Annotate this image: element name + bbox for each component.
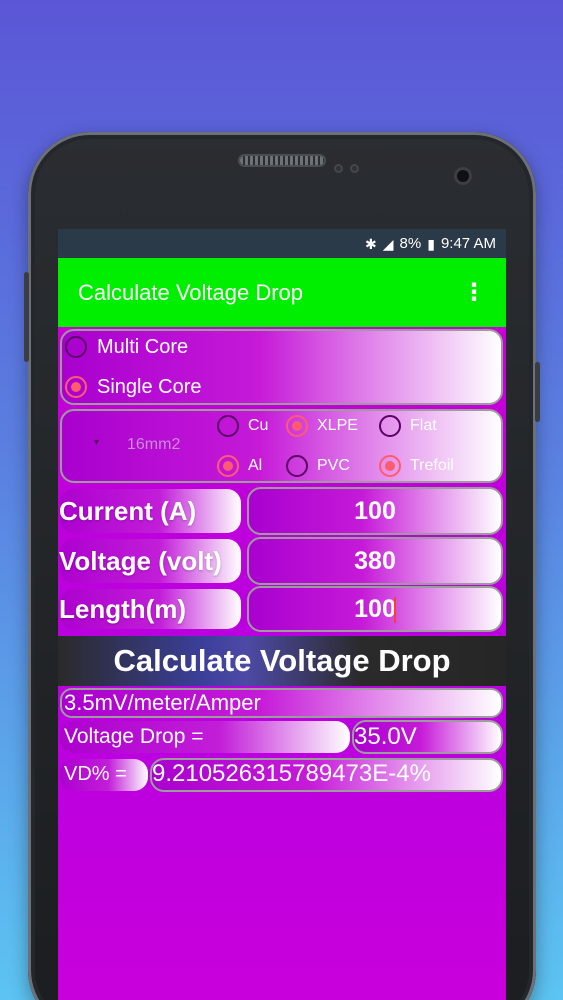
mv-per-meter-value: 3.5mV/meter/Amper bbox=[64, 690, 261, 715]
length-value[interactable]: 100 bbox=[247, 595, 503, 624]
label-multi-core: Multi Core bbox=[97, 336, 189, 358]
radio-multi-core[interactable] bbox=[65, 336, 87, 358]
label-pvc: PVC bbox=[317, 457, 350, 474]
voltage-label: Voltage (volt) bbox=[59, 546, 222, 576]
radio-cu[interactable] bbox=[217, 415, 239, 437]
radio-pvc[interactable] bbox=[286, 455, 308, 477]
vd-percent-value: 9.210526315789473E-4% bbox=[152, 760, 431, 787]
volume-button bbox=[24, 272, 29, 362]
voltage-value[interactable]: 380 bbox=[247, 547, 503, 576]
front-camera bbox=[457, 170, 469, 182]
battery-percent: 8% bbox=[399, 235, 422, 252]
bluetooth-icon: ✱ bbox=[365, 235, 377, 252]
status-time: 9:47 AM bbox=[440, 235, 496, 252]
app-bar: Calculate Voltage Drop ⋮ bbox=[58, 258, 506, 327]
voltage-drop-value: 35.0V bbox=[354, 723, 417, 750]
radio-single-core[interactable] bbox=[65, 376, 87, 398]
text-cursor bbox=[393, 597, 396, 624]
voltage-drop-label: Voltage Drop = bbox=[64, 725, 204, 748]
cable-size-select[interactable]: 16mm2 bbox=[127, 436, 180, 454]
length-value-text: 100 bbox=[354, 595, 396, 623]
label-flat: Flat bbox=[410, 417, 437, 434]
chevron-down-icon[interactable]: ▼ bbox=[92, 437, 101, 447]
radio-xlpe[interactable] bbox=[286, 415, 308, 437]
label-xlpe: XLPE bbox=[317, 417, 358, 434]
label-single-core: Single Core bbox=[97, 376, 202, 398]
vd-percent-label: VD% = bbox=[64, 763, 127, 785]
signal-icon: ◢ bbox=[382, 235, 394, 252]
label-cu: Cu bbox=[248, 417, 269, 434]
current-label: Current (A) bbox=[59, 496, 197, 526]
calculate-button-label: Calculate Voltage Drop bbox=[113, 643, 451, 678]
calculator-content: Multi Core Single Core ▼ 16mm2 Cu XLPE F… bbox=[58, 327, 506, 1000]
status-bar: ✱ ◢ 8% ▮ 9:47 AM bbox=[58, 229, 506, 258]
current-value[interactable]: 100 bbox=[247, 497, 503, 526]
more-vert-icon[interactable]: ⋮ bbox=[462, 280, 486, 305]
length-label: Length(m) bbox=[59, 594, 187, 624]
app-title: Calculate Voltage Drop bbox=[78, 279, 304, 305]
label-al: Al bbox=[248, 457, 263, 474]
radio-trefoil[interactable] bbox=[379, 455, 401, 477]
proximity-sensor bbox=[334, 164, 343, 173]
battery-icon: ▮ bbox=[427, 235, 435, 252]
radio-al[interactable] bbox=[217, 455, 239, 477]
label-trefoil: Trefoil bbox=[410, 457, 454, 474]
radio-flat[interactable] bbox=[379, 415, 401, 437]
calculate-button[interactable]: Calculate Voltage Drop bbox=[58, 636, 506, 686]
phone-screen: ✱ ◢ 8% ▮ 9:47 AM Calculate Voltage Drop … bbox=[58, 229, 506, 1000]
light-sensor bbox=[350, 164, 359, 173]
speaker-grille bbox=[240, 156, 324, 165]
power-button bbox=[535, 362, 540, 422]
